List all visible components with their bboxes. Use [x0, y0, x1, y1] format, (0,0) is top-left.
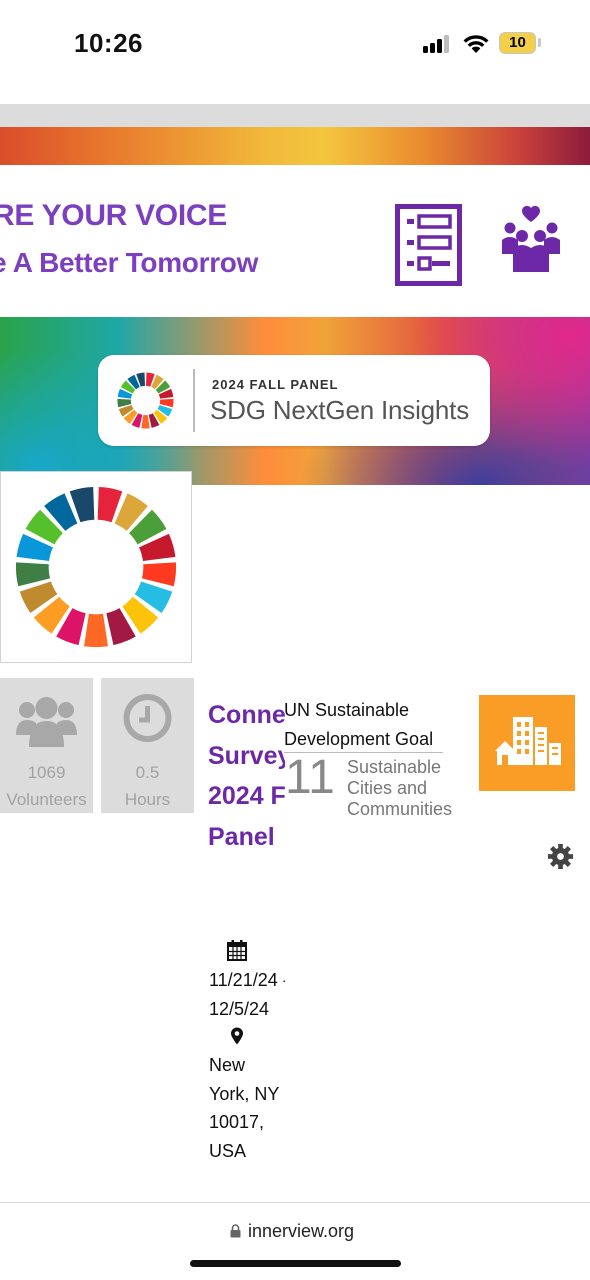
status-bar: 10:26 10 [0, 0, 590, 104]
event-dates: 11/21/24 - 12/5/24 [209, 970, 285, 1019]
panel-eyebrow: 2024 FALL PANEL [212, 377, 339, 392]
wifi-icon [463, 35, 489, 53]
sdg-panel-banner: 2024 FALL PANEL SDG NextGen Insights [0, 317, 590, 485]
browser-url-bar[interactable]: innerview.org [0, 1202, 590, 1280]
sdg-goal-name: Sustainable Cities and Communities [347, 757, 453, 819]
page-top-bar [0, 104, 590, 127]
organization-logo [0, 471, 192, 663]
city-buildings-icon [495, 717, 561, 765]
battery-level: 10 [509, 34, 526, 51]
sdg-goal-badge [479, 695, 575, 791]
battery-terminal [538, 38, 541, 47]
panel-card: 2024 FALL PANEL SDG NextGen Insights [98, 355, 490, 446]
event-location: New York, NY 10017, USA [209, 1055, 280, 1161]
volunteers-count: 1069 [27, 763, 66, 782]
sdg-wheel-logo-icon [15, 486, 177, 648]
hours-count: 0.5 [135, 763, 160, 782]
location-pin-icon [231, 1027, 243, 1045]
gear-icon[interactable] [547, 843, 574, 870]
volunteers-label: Volunteers [6, 790, 87, 809]
lock-icon [230, 1224, 241, 1238]
share-voice-banner: RE YOUR VOICE e A Better Tomorrow [0, 165, 590, 317]
event-title-link[interactable]: Connect Survey - 2024 Fall Panel [208, 695, 285, 939]
stat-hours: 0.5 Hours [101, 678, 194, 813]
sdg-wheel-segment [15, 562, 51, 587]
sdg-wheel-segment [141, 414, 150, 429]
stat-volunteers: 1069 Volunteers [0, 678, 93, 813]
community-heart-icon [502, 205, 560, 272]
sdg-wheel-segment [84, 613, 108, 648]
hours-label: Hours [124, 790, 171, 809]
cellular-signal-icon [423, 35, 453, 53]
banner-subheadline: e A Better Tomorrow [0, 247, 259, 278]
banner-headline: RE YOUR VOICE [0, 199, 227, 232]
battery-icon: 10 [499, 32, 536, 54]
panel-title: SDG NextGen Insights [210, 395, 469, 425]
users-icon [16, 697, 77, 747]
panel-divider [193, 369, 195, 432]
url-domain[interactable]: innerview.org [248, 1221, 354, 1242]
sdg-wheel-icon [117, 372, 174, 429]
event-dates-container: 11/21/24 - 12/5/24 [209, 966, 285, 1024]
clock-icon [123, 694, 172, 742]
calendar-icon [227, 940, 247, 961]
status-time: 10:26 [74, 28, 143, 58]
sdg-goal-number: 11 [285, 751, 335, 804]
home-indicator[interactable] [190, 1260, 401, 1267]
sdg-wheel-segment [141, 562, 177, 587]
color-strip [0, 127, 590, 165]
event-title[interactable]: Connect Survey - 2024 Fall Panel [208, 695, 285, 857]
sdg-heading: UN Sustainable Development Goal [284, 700, 434, 749]
survey-form-icon [395, 204, 462, 286]
